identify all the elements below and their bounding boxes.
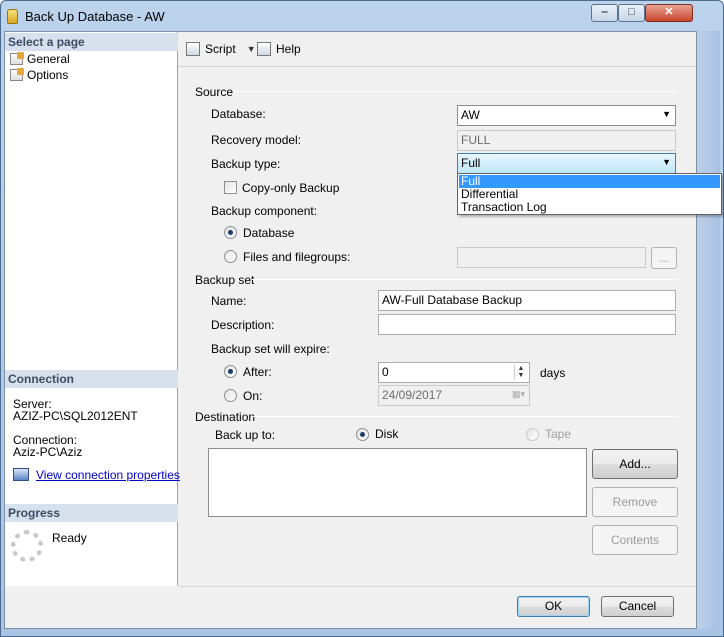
- page-icon: [10, 68, 24, 81]
- script-icon: [186, 42, 200, 56]
- page-item-options[interactable]: Options: [10, 67, 68, 83]
- files-filegroups-field: [457, 247, 646, 268]
- cancel-button[interactable]: Cancel: [601, 596, 674, 617]
- database-select[interactable]: AW ▼: [457, 105, 676, 126]
- copy-only-label: Copy-only Backup: [242, 181, 340, 195]
- copy-only-checkbox[interactable]: [224, 181, 237, 194]
- left-pane: [5, 32, 178, 586]
- dropdown-option-transaction-log[interactable]: Transaction Log: [459, 201, 720, 214]
- backup-to-label: Back up to:: [215, 428, 276, 442]
- maximize-button[interactable]: □: [618, 4, 645, 22]
- component-database-label: Database: [243, 226, 295, 240]
- destination-disk-label: Disk: [375, 427, 399, 441]
- ok-button[interactable]: OK: [517, 596, 590, 617]
- remove-destination-button[interactable]: Remove: [592, 487, 678, 517]
- source-group-label: Source: [195, 85, 234, 99]
- component-files-radio[interactable]: [224, 250, 237, 263]
- progress-header: Progress: [5, 504, 178, 522]
- chevron-down-icon[interactable]: ▼: [247, 44, 256, 54]
- expire-date-picker: 24/09/2017 ▦▾: [378, 385, 530, 406]
- name-label: Name:: [211, 294, 247, 308]
- window-border-right: [697, 31, 720, 629]
- backup-name-input[interactable]: AW-Full Database Backup: [378, 290, 676, 311]
- expire-label: Backup set will expire:: [211, 342, 330, 356]
- database-select-value: AW: [461, 108, 480, 122]
- expire-days-stepper[interactable]: 0 ▲ ▼: [378, 362, 530, 383]
- destination-group-divider: [252, 416, 677, 417]
- page-icon: [10, 52, 24, 65]
- page-item-label: Options: [27, 68, 69, 82]
- recovery-model-field: FULL: [457, 130, 676, 151]
- expire-date-value: 24/09/2017: [382, 388, 443, 402]
- expire-on-radio[interactable]: [224, 389, 237, 402]
- progress-spinner-icon: [11, 530, 43, 562]
- chevron-down-icon: ▼: [662, 157, 671, 167]
- destination-tape-radio: [526, 428, 539, 441]
- chevron-down-icon: ▼: [662, 109, 671, 119]
- server-value: AZIZ-PC\SQL2012ENT: [13, 409, 138, 423]
- destination-tape-label: Tape: [545, 427, 572, 441]
- connection-header: Connection: [5, 370, 178, 388]
- connection-properties-icon: [13, 468, 29, 481]
- window-title: Back Up Database - AW: [25, 9, 165, 24]
- backup-set-group-divider: [252, 279, 677, 280]
- backup-set-group-label: Backup set: [195, 273, 255, 287]
- contents-button[interactable]: Contents: [592, 525, 678, 555]
- progress-status: Ready: [52, 531, 87, 545]
- expire-after-radio[interactable]: [224, 365, 237, 378]
- backup-type-label: Backup type:: [211, 157, 281, 171]
- backup-component-label: Backup component:: [211, 204, 318, 218]
- backup-type-select-value: Full: [461, 156, 481, 170]
- page-item-general[interactable]: General: [10, 51, 70, 67]
- minimize-button[interactable]: ‒: [591, 4, 618, 22]
- close-button[interactable]: ✕: [645, 4, 693, 22]
- spin-up-down-icon[interactable]: ▲ ▼: [514, 365, 527, 380]
- description-input[interactable]: [378, 314, 676, 335]
- page-item-label: General: [27, 52, 70, 66]
- view-connection-properties-link[interactable]: View connection properties: [36, 468, 180, 482]
- script-button[interactable]: Script ▼: [186, 42, 256, 56]
- backup-type-select[interactable]: Full ▼: [457, 153, 676, 174]
- help-icon: [257, 42, 271, 56]
- destination-group-label: Destination: [195, 410, 256, 424]
- days-label: days: [540, 366, 566, 380]
- expire-days-value: 0: [382, 365, 389, 379]
- component-database-radio[interactable]: [224, 226, 237, 239]
- help-label: Help: [276, 42, 301, 56]
- browse-files-button[interactable]: ...: [651, 247, 677, 269]
- destination-list[interactable]: [208, 448, 587, 517]
- calendar-icon: ▦▾: [511, 389, 525, 399]
- destination-disk-radio[interactable]: [356, 428, 369, 441]
- backup-type-dropdown: Full Differential Transaction Log: [457, 173, 722, 215]
- script-label: Script: [205, 42, 236, 56]
- database-label: Database:: [211, 107, 266, 121]
- component-files-label: Files and filegroups:: [243, 250, 351, 264]
- description-label: Description:: [211, 318, 275, 332]
- source-group-divider: [233, 91, 677, 92]
- database-icon: [7, 9, 18, 24]
- help-button[interactable]: Help: [257, 42, 301, 56]
- add-destination-button[interactable]: Add...: [592, 449, 678, 479]
- expire-after-label: After:: [243, 365, 272, 379]
- recovery-model-label: Recovery model:: [211, 133, 302, 147]
- connection-value: Aziz-PC\Aziz: [13, 445, 83, 459]
- select-page-header: Select a page: [5, 33, 178, 51]
- expire-on-label: On:: [243, 389, 263, 403]
